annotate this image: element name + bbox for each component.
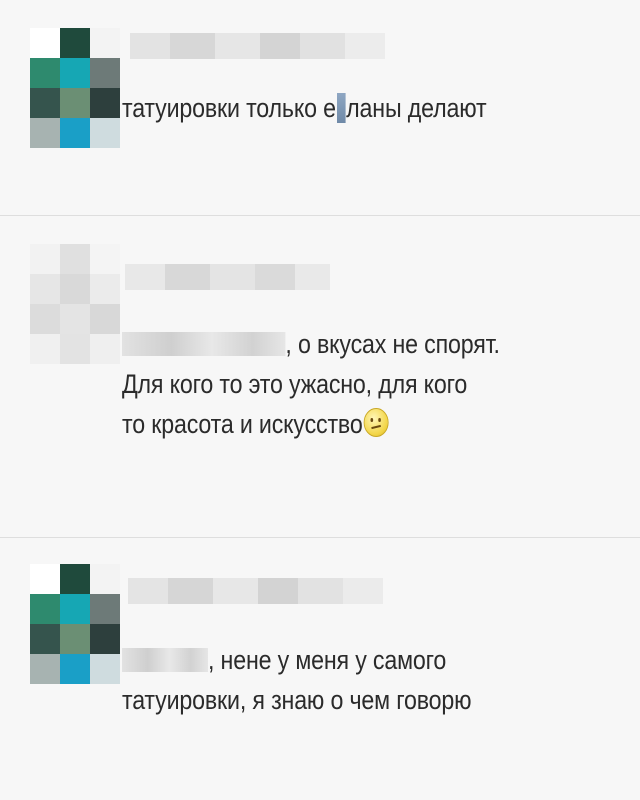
avatar[interactable]	[30, 244, 120, 364]
comment-line: то красота и искусство	[122, 409, 363, 439]
mentioned-name	[122, 648, 208, 672]
comment-text-part: ланы делают	[346, 93, 487, 123]
comment-1: татуировки только е ланы делают	[0, 0, 640, 215]
comment-text: , нене у меня у самого татуировки, я зна…	[122, 640, 472, 720]
comment-text: татуировки только е ланы делают	[122, 88, 487, 128]
comment-2: , о вкусах не спорят. Для кого то это уж…	[0, 216, 640, 536]
author-name[interactable]	[125, 264, 330, 290]
mentioned-name	[122, 332, 286, 356]
author-name[interactable]	[128, 578, 383, 604]
author-name[interactable]	[130, 33, 385, 59]
comment-text-part: татуировки только е	[122, 93, 336, 123]
comment-3: , нене у меня у самого татуировки, я зна…	[0, 538, 640, 800]
comment-text: , о вкусах не спорят. Для кого то это уж…	[122, 324, 500, 444]
comment-line: Для кого то это ужасно, для кого	[122, 369, 468, 399]
avatar[interactable]	[30, 564, 120, 684]
confused-face-icon	[363, 408, 389, 437]
avatar[interactable]	[30, 28, 120, 148]
comment-line: , нене у меня у самого	[208, 645, 447, 675]
comment-line: , о вкусах не спорят.	[285, 329, 500, 359]
censor-mark	[336, 93, 346, 123]
comment-line: татуировки, я знаю о чем говорю	[122, 685, 472, 715]
